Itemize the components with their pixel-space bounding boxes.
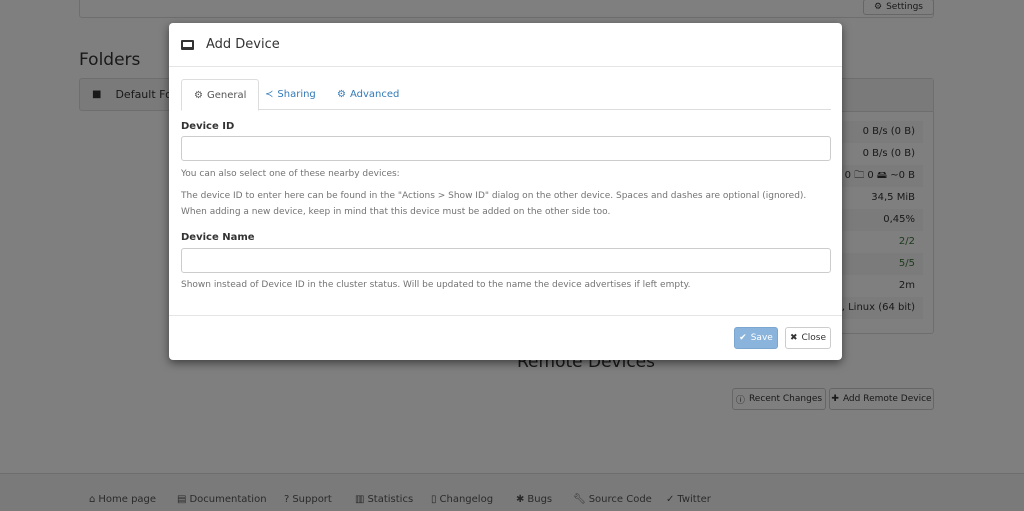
modal-title: Add Device xyxy=(206,37,280,52)
add-device-modal: Add Device ⚙ General ≺ Sharing ⚙ Advanced D… xyxy=(169,23,842,360)
modal-footer xyxy=(169,315,842,316)
desktop-icon xyxy=(181,39,194,50)
gear-icon: ⚙ xyxy=(194,89,203,101)
device-name-help: Shown instead of Device ID in the cluste… xyxy=(181,280,691,290)
tab-sharing[interactable]: ≺ Sharing xyxy=(253,79,328,110)
modal-header: Add Device xyxy=(169,23,842,67)
check-icon: ✔ xyxy=(739,333,747,343)
tab-advanced[interactable]: ⚙ Advanced xyxy=(325,79,411,110)
device-name-label: Device Name xyxy=(181,232,255,243)
save-button[interactable]: ✔ Save xyxy=(734,327,778,349)
device-id-label: Device ID xyxy=(181,121,235,132)
nearby-devices-text: You can also select one of these nearby … xyxy=(181,169,400,179)
gears-icon: ⚙ xyxy=(337,89,346,100)
device-id-help-2: When adding a new device, keep in mind t… xyxy=(181,207,611,217)
close-icon: ✖ xyxy=(789,333,798,343)
close-button[interactable]: ✖ Close xyxy=(785,327,831,349)
share-icon: ≺ xyxy=(265,89,274,100)
device-name-input[interactable] xyxy=(181,248,831,273)
tab-general[interactable]: ⚙ General xyxy=(181,79,260,111)
device-id-help-1: The device ID to enter here can be found… xyxy=(181,191,807,201)
modal-tabs: ⚙ General ≺ Sharing ⚙ Advanced xyxy=(181,79,831,111)
device-id-input[interactable] xyxy=(181,136,831,161)
